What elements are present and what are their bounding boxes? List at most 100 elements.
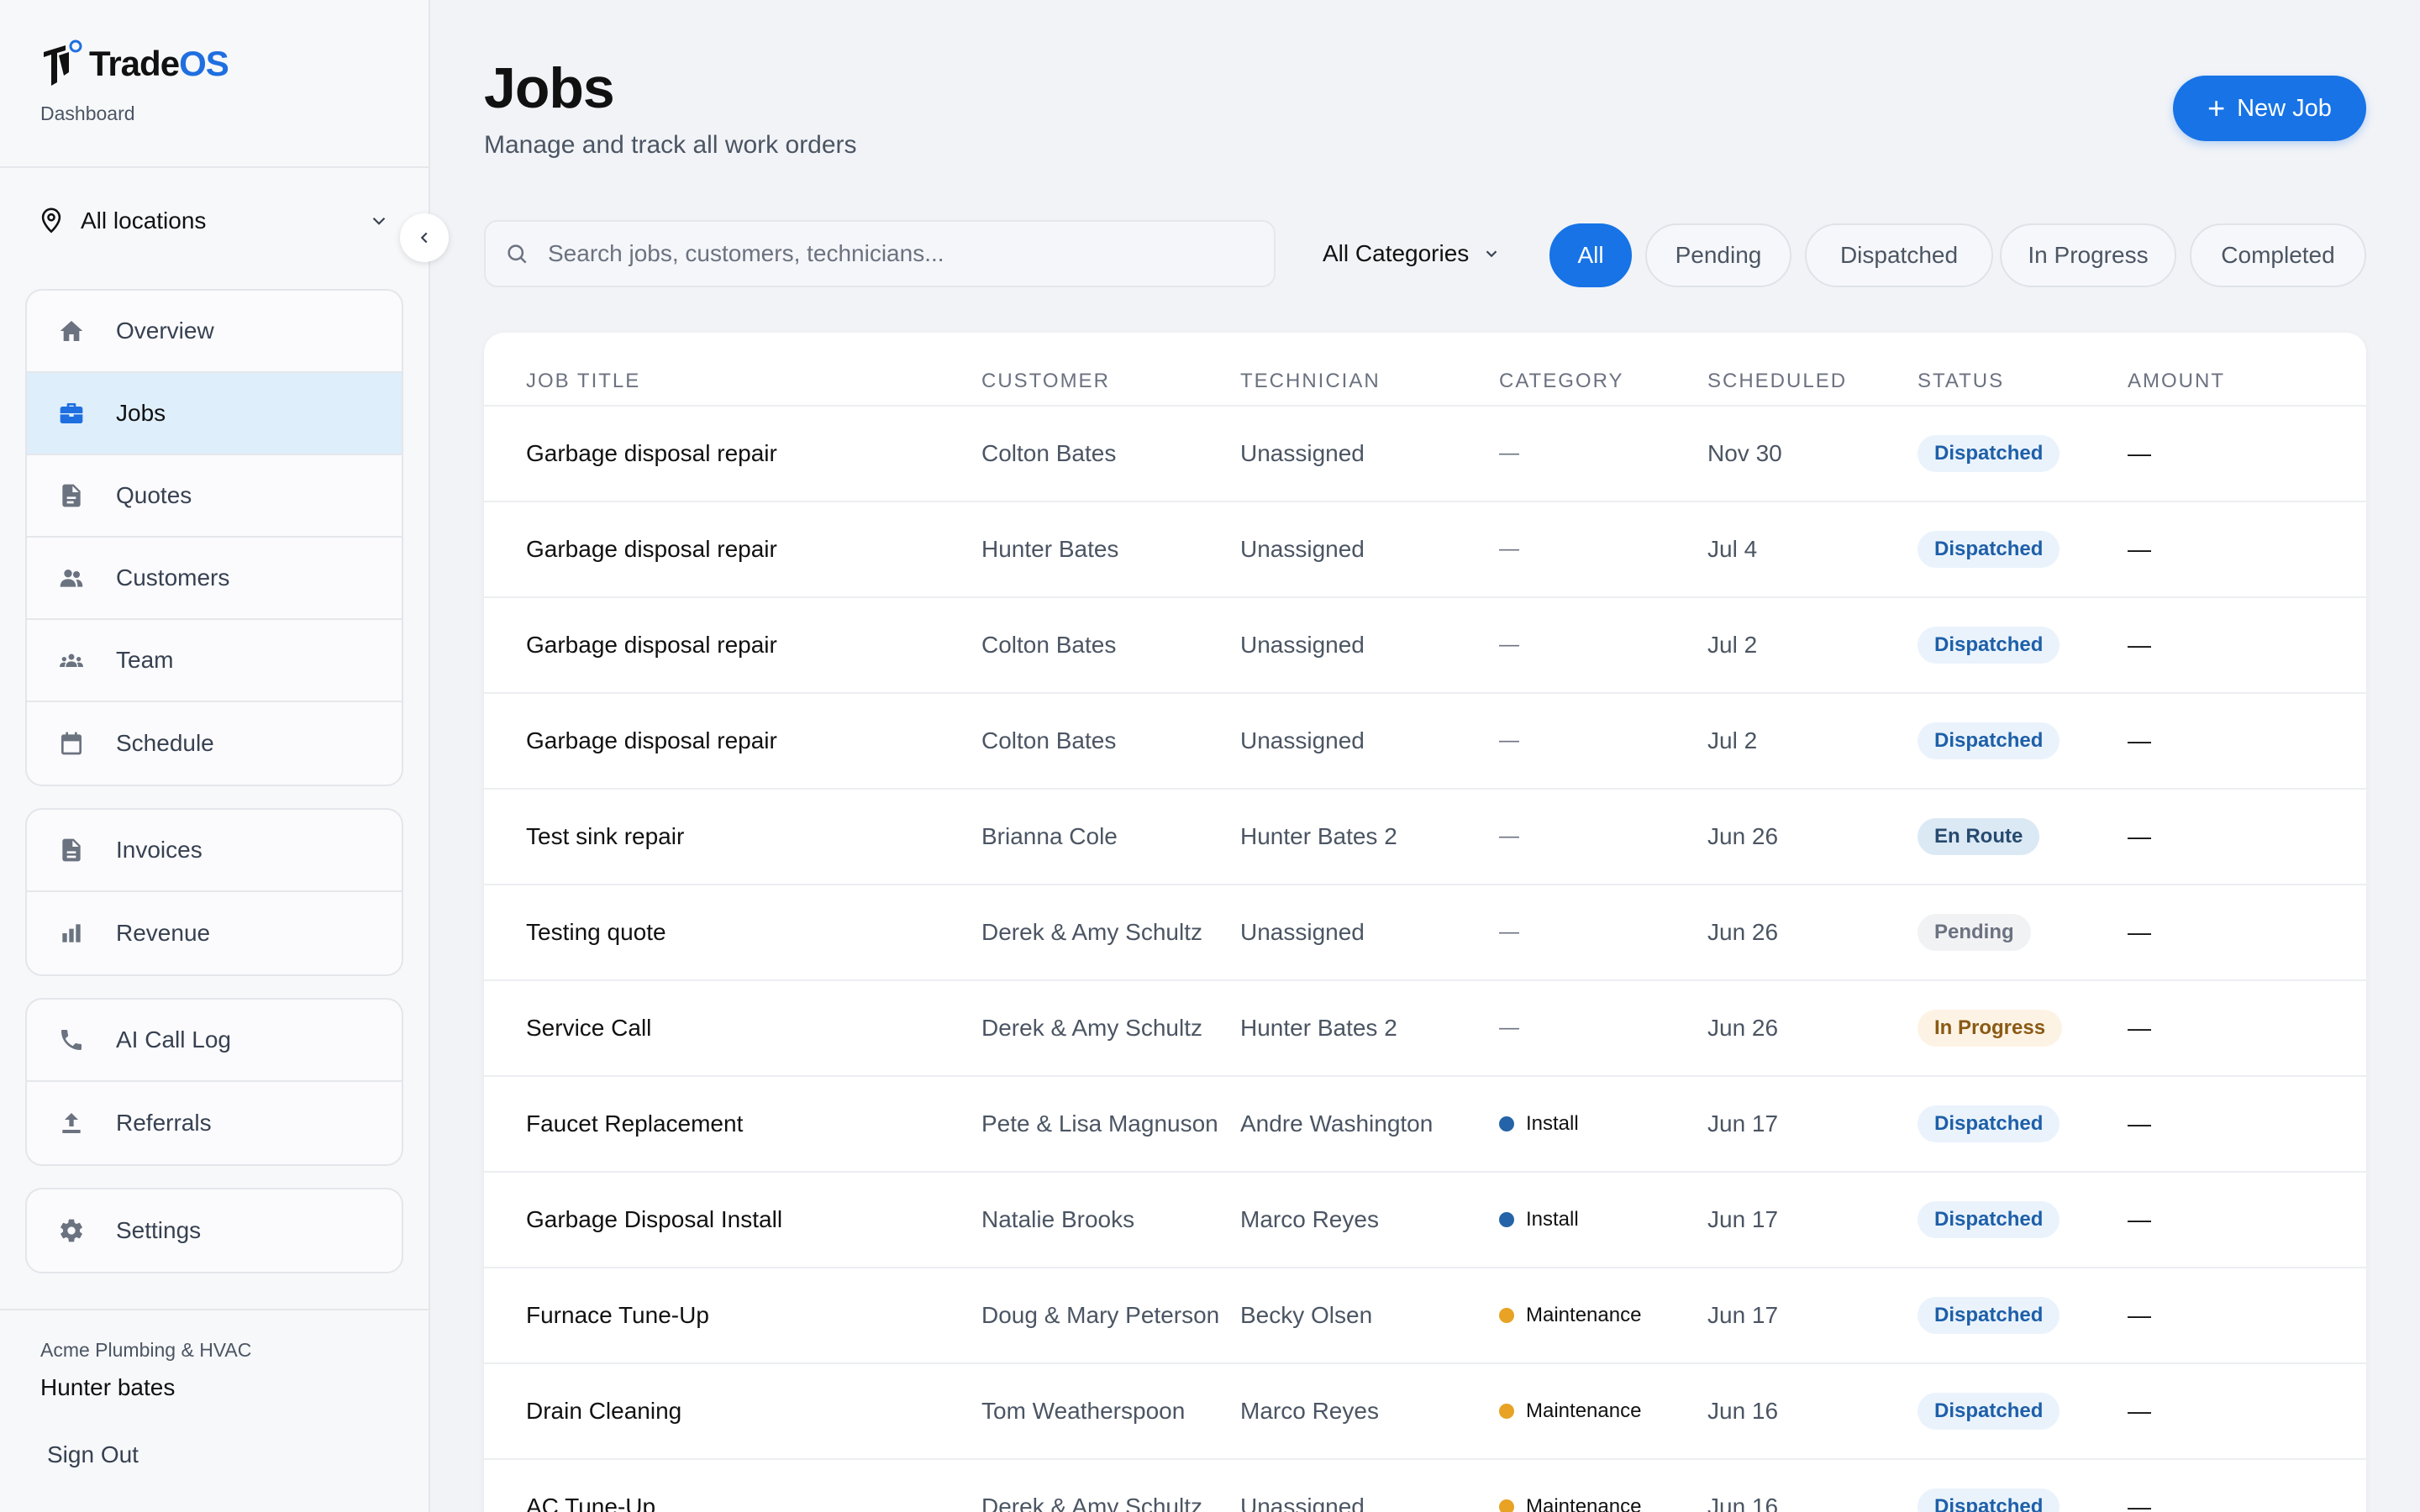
table-row[interactable]: Garbage disposal repair Colton Bates Unass…: [484, 694, 2366, 790]
sidebar-item-label: Quotes: [116, 482, 192, 508]
technician-name: Hunter Bates 2: [1240, 823, 1397, 849]
scheduled-date: Nov 30: [1707, 440, 1782, 466]
customer-name: Pete & Lisa Magnuson: [981, 1110, 1218, 1137]
briefcase-icon: [57, 399, 86, 428]
technician-name: Becky Olsen: [1240, 1302, 1373, 1328]
technician-name: Unassigned: [1240, 727, 1365, 753]
table-row[interactable]: Service Call Derek & Amy Schultz Hunter Ba…: [484, 981, 2366, 1077]
amount: —: [2128, 1494, 2151, 1512]
category-label: Install: [1526, 1208, 1579, 1231]
table-row[interactable]: Garbage disposal repair Colton Bates Unass…: [484, 598, 2366, 694]
brand-logo[interactable]: TradeOS: [40, 39, 229, 89]
filter-pill-dispatched[interactable]: Dispatched: [1805, 223, 1993, 287]
sidebar-item-invoices[interactable]: Invoices: [27, 810, 402, 892]
scheduled-date: Jun 16: [1707, 1398, 1779, 1424]
column-header-customer: CUSTOMER: [981, 370, 1110, 392]
sidebar-item-revenue[interactable]: Revenue: [27, 892, 402, 974]
sidebar-item-team[interactable]: Team: [27, 620, 402, 702]
status-badge: Pending: [1918, 914, 2031, 951]
column-header-amount: AMOUNT: [2128, 370, 2225, 392]
table-row[interactable]: Drain Cleaning Tom Weatherspoon Marco Reye…: [484, 1364, 2366, 1460]
category-cell: Install: [1499, 1173, 1579, 1267]
table-row[interactable]: AC Tune-Up Derek & Amy Schultz Unassigned M…: [484, 1460, 2366, 1512]
table-row[interactable]: Testing quote Derek & Amy Schultz Unassign…: [484, 885, 2366, 981]
technician-name: Unassigned: [1240, 632, 1365, 658]
sidebar-item-label: Customers: [116, 564, 230, 591]
sidebar-item-jobs[interactable]: Jobs: [27, 373, 402, 455]
table-row[interactable]: Faucet Replacement Pete & Lisa Magnuson An…: [484, 1077, 2366, 1173]
category-cell: Install: [1499, 1077, 1579, 1171]
search-input[interactable]: [548, 240, 1254, 267]
sidebar-item-customers[interactable]: Customers: [27, 538, 402, 620]
table-row[interactable]: Garbage Disposal Install Natalie Brooks Ma…: [484, 1173, 2366, 1268]
category-cell: —: [1499, 694, 1519, 788]
customer-name: Derek & Amy Schultz: [981, 919, 1202, 945]
location-selector[interactable]: All locations: [37, 202, 390, 240]
amount: —: [2128, 727, 2151, 753]
status-cell: Dispatched: [1918, 1364, 2060, 1458]
status-badge: En Route: [1918, 818, 2040, 855]
filter-pill-pending[interactable]: Pending: [1645, 223, 1791, 287]
sidebar-item-quotes[interactable]: Quotes: [27, 455, 402, 538]
table-row[interactable]: Test sink repair Brianna Cole Hunter Bates…: [484, 790, 2366, 885]
company-name: Acme Plumbing & HVAC: [40, 1339, 252, 1361]
technician-name: Unassigned: [1240, 440, 1365, 466]
search-box: [484, 220, 1276, 287]
category-select[interactable]: All Categories: [1292, 220, 1519, 287]
sidebar-item-referrals[interactable]: Referrals: [27, 1082, 402, 1164]
sidebar-item-settings[interactable]: Settings: [27, 1189, 402, 1272]
document-icon: [57, 481, 86, 510]
table-row[interactable]: Garbage disposal repair Colton Bates Unass…: [484, 407, 2366, 502]
amount: —: [2128, 1398, 2151, 1424]
scheduled-date: Jun 17: [1707, 1110, 1779, 1137]
column-header-status: STATUS: [1918, 370, 2005, 392]
category-dot-icon: [1499, 1404, 1514, 1419]
customer-name: Colton Bates: [981, 440, 1117, 466]
collapse-sidebar-button[interactable]: [400, 213, 449, 262]
technician-name: Unassigned: [1240, 536, 1365, 562]
status-badge: Dispatched: [1918, 1393, 2060, 1430]
sidebar-item-label: Schedule: [116, 730, 214, 756]
new-job-button[interactable]: + New Job: [2173, 76, 2366, 141]
sidebar-item-ai-call-log[interactable]: AI Call Log: [27, 1000, 402, 1082]
scheduled-date: Jun 17: [1707, 1206, 1779, 1232]
sidebar: TradeOS Dashboard All locations Overview…: [0, 0, 430, 1512]
category-cell: —: [1499, 885, 1519, 979]
customer-name: Brianna Cole: [981, 823, 1118, 849]
table-row[interactable]: Garbage disposal repair Hunter Bates Unass…: [484, 502, 2366, 598]
category-label: —: [1499, 1016, 1519, 1039]
chevron-down-icon: [372, 217, 386, 225]
job-title: Garbage Disposal Install: [526, 1206, 783, 1232]
status-badge: Dispatched: [1918, 1488, 2060, 1512]
job-title: AC Tune-Up: [526, 1494, 656, 1512]
status-cell: En Route: [1918, 790, 2040, 884]
status-badge: Dispatched: [1918, 722, 2060, 759]
sign-out-button[interactable]: Sign Out: [47, 1441, 139, 1468]
amount: —: [2128, 823, 2151, 849]
customer-name: Hunter Bates: [981, 536, 1119, 562]
filter-pill-all[interactable]: All: [1549, 223, 1632, 287]
technician-name: Unassigned: [1240, 919, 1365, 945]
sidebar-item-overview[interactable]: Overview: [27, 291, 402, 373]
filter-pill-completed[interactable]: Completed: [2190, 223, 2366, 287]
amount: —: [2128, 1206, 2151, 1232]
location-label: All locations: [81, 207, 207, 234]
job-title: Furnace Tune-Up: [526, 1302, 709, 1328]
job-title: Garbage disposal repair: [526, 536, 777, 562]
amount: —: [2128, 632, 2151, 658]
filter-pill-in-progress[interactable]: In Progress: [2000, 223, 2176, 287]
sidebar-item-label: Revenue: [116, 920, 211, 946]
category-label: —: [1499, 729, 1519, 752]
phone-icon: [57, 1026, 86, 1054]
sidebar-item-label: AI Call Log: [116, 1026, 231, 1053]
status-cell: Dispatched: [1918, 407, 2060, 501]
category-label: —: [1499, 825, 1519, 848]
sidebar-divider: [0, 1309, 429, 1310]
people-icon: [57, 564, 86, 592]
invoice-icon: [57, 836, 86, 864]
sidebar-item-schedule[interactable]: Schedule: [27, 702, 402, 785]
sidebar-item-label: Referrals: [116, 1110, 212, 1136]
table-row[interactable]: Furnace Tune-Up Doug & Mary Peterson Becky…: [484, 1268, 2366, 1364]
search-icon: [508, 244, 527, 264]
amount: —: [2128, 1015, 2151, 1041]
